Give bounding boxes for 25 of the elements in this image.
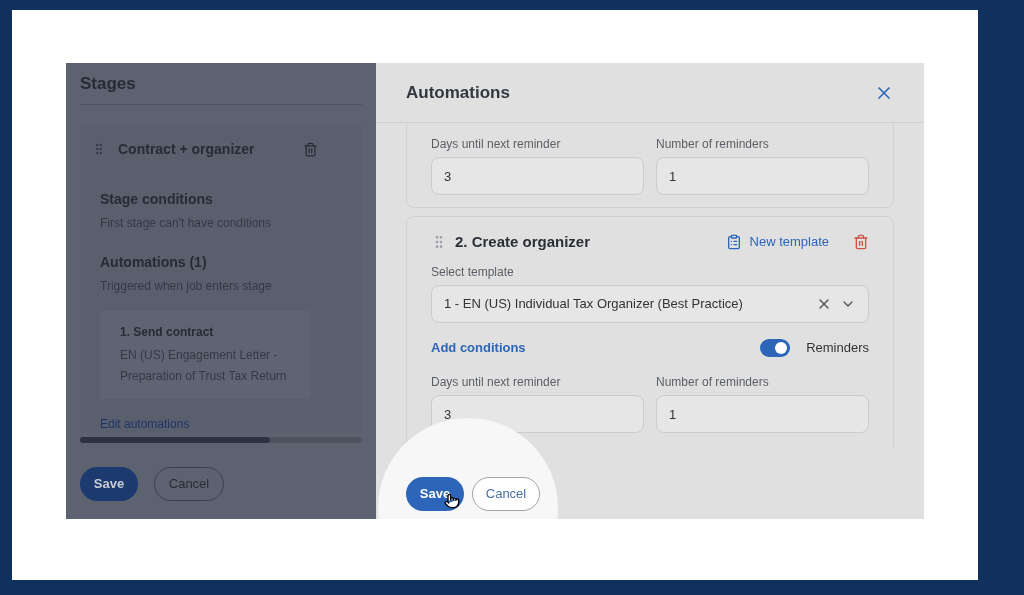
delete-icon[interactable] [303, 141, 318, 157]
field-label: Days until next reminder [431, 374, 562, 391]
section-title: Stage conditions [100, 190, 214, 209]
automation-title: 2. Create organizer [455, 231, 592, 252]
delete-icon[interactable] [853, 234, 869, 250]
clipboard-icon [725, 234, 742, 250]
field-label: Number of reminders [656, 374, 770, 391]
field-label: Number of reminders [656, 136, 770, 153]
panel-title: Stages [80, 71, 362, 105]
drawer-title: Automations [406, 81, 511, 104]
add-conditions-link[interactable]: Add conditions [431, 338, 761, 358]
section-title: Automations (1) [100, 253, 208, 272]
input-field[interactable]: 1 [656, 157, 869, 195]
input-field[interactable]: 3 [431, 157, 644, 195]
new-template-button[interactable]: New template [725, 232, 829, 252]
reminders-label: Reminders [806, 339, 869, 358]
automation-title: 1. Send contract [120, 324, 215, 341]
field-label: Days until next reminder [431, 136, 562, 153]
template-select[interactable]: 1 - EN (US) Individual Tax Organizer (Best Practice) [431, 285, 869, 323]
field-label: Select template [431, 264, 515, 281]
cancel-button[interactable]: Cancel [472, 477, 540, 511]
save-button[interactable]: Save [80, 467, 138, 501]
reminders-toggle[interactable] [760, 339, 791, 357]
stage-name: Contract + organizer [118, 139, 256, 159]
input-field[interactable]: 1 [656, 395, 869, 433]
